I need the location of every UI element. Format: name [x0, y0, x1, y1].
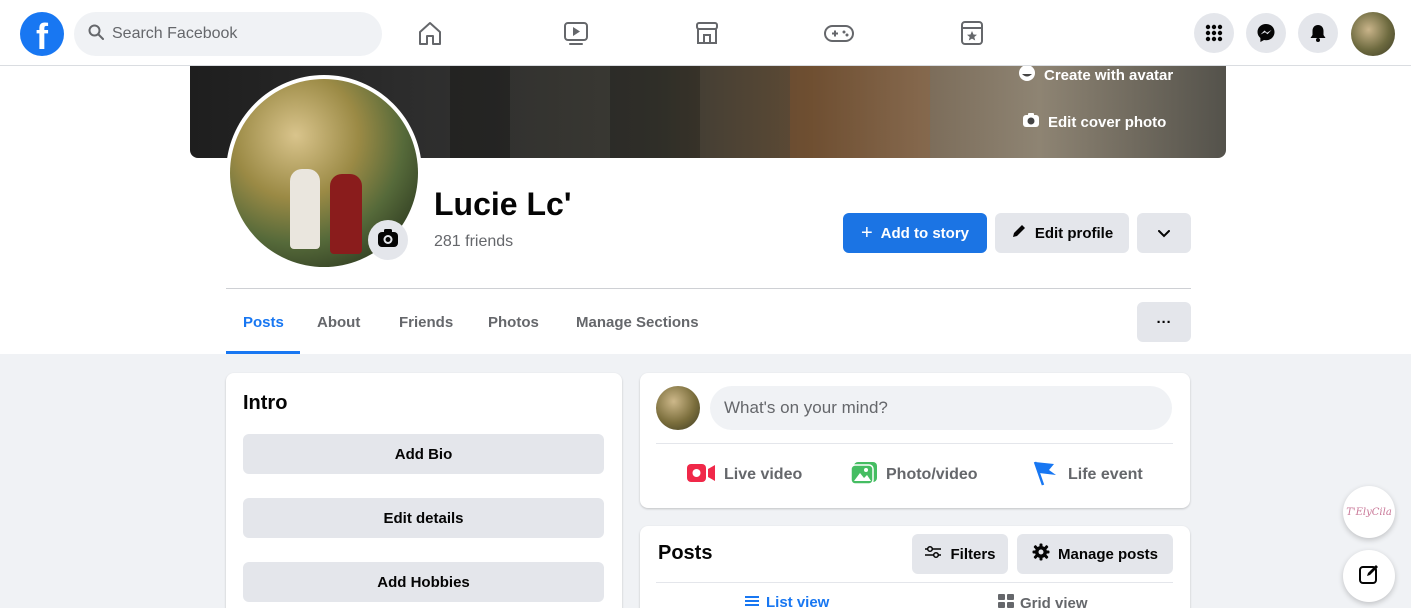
top-navigation-bar: f [0, 0, 1411, 66]
pencil-icon [1011, 223, 1027, 243]
list-view-tab[interactable]: List view [744, 594, 829, 608]
facebook-logo-icon[interactable]: f [20, 12, 64, 56]
notifications-icon[interactable] [1298, 13, 1338, 53]
friends-count[interactable]: 281 friends [434, 233, 513, 251]
tab-manage-sections[interactable]: Manage Sections [576, 314, 699, 331]
add-to-story-button[interactable]: + Add to story [843, 213, 987, 253]
active-tab-indicator [226, 351, 300, 354]
tab-photos[interactable]: Photos [488, 314, 539, 331]
photo-video-label: Photo/video [886, 466, 978, 483]
camera-icon [377, 228, 399, 253]
live-video-icon [686, 462, 716, 489]
composer-avatar[interactable] [656, 386, 700, 430]
manage-posts-label: Manage posts [1057, 545, 1159, 563]
avatar-icon [1018, 66, 1036, 86]
posts-section-title: Posts [658, 542, 713, 564]
search-box[interactable] [74, 12, 382, 56]
list-icon [744, 594, 760, 608]
list-view-label: List view [766, 594, 830, 608]
edit-cover-photo-button[interactable]: Edit cover photo [1022, 112, 1166, 132]
header-divider [226, 288, 1191, 289]
filters-icon [924, 545, 942, 563]
create-avatar-button[interactable]: Create with avatar [1018, 66, 1173, 86]
gaming-icon[interactable] [822, 16, 856, 50]
tab-friends[interactable]: Friends [399, 314, 453, 331]
grid-icon [998, 594, 1014, 608]
home-icon[interactable] [413, 16, 447, 50]
grid-view-label: Grid view [1020, 594, 1088, 608]
photo-video-button[interactable]: Photo/video [850, 458, 978, 492]
gear-icon [1032, 543, 1050, 565]
watermark-text: T'ElyCila [1346, 506, 1392, 518]
update-profile-picture-button[interactable] [368, 220, 408, 260]
tab-posts[interactable]: Posts [243, 314, 284, 331]
tab-about[interactable]: About [317, 314, 360, 331]
messenger-icon[interactable] [1246, 13, 1286, 53]
filters-button[interactable]: Filters [912, 534, 1008, 574]
watch-icon[interactable] [559, 16, 593, 50]
account-avatar[interactable] [1351, 12, 1395, 56]
pages-icon[interactable] [955, 16, 989, 50]
chevron-down-icon [1158, 225, 1170, 242]
camera-icon [1022, 112, 1040, 132]
flag-icon [1032, 460, 1060, 491]
more-options-icon: ··· [1156, 313, 1172, 331]
new-message-button[interactable] [1343, 550, 1395, 602]
life-event-button[interactable]: Life event [1032, 458, 1143, 492]
add-to-story-label: Add to story [880, 224, 970, 242]
add-hobbies-button[interactable]: Add Hobbies [243, 562, 604, 602]
photo-video-icon [850, 461, 878, 490]
live-video-label: Live video [724, 466, 803, 483]
profile-name: Lucie Lc' [434, 186, 572, 222]
live-video-button[interactable]: Live video [686, 458, 802, 492]
edit-details-button[interactable]: Edit details [243, 498, 604, 538]
status-input[interactable] [710, 386, 1172, 430]
filters-label: Filters [950, 545, 996, 563]
edit-cover-photo-label: Edit cover photo [1048, 113, 1167, 131]
more-options-button[interactable]: ··· [1137, 302, 1191, 342]
posts-divider [656, 582, 1173, 583]
search-input[interactable] [112, 25, 352, 43]
edit-profile-label: Edit profile [1034, 224, 1114, 242]
create-avatar-label: Create with avatar [1044, 66, 1174, 84]
life-event-label: Life event [1068, 466, 1143, 483]
intro-title: Intro [243, 392, 288, 414]
watermark-badge: T'ElyCila [1343, 486, 1395, 538]
profile-options-dropdown[interactable] [1137, 213, 1191, 253]
composer-divider [656, 443, 1173, 444]
compose-icon [1358, 563, 1380, 590]
add-bio-button[interactable]: Add Bio [243, 434, 604, 474]
grid-view-tab[interactable]: Grid view [998, 594, 1088, 608]
edit-profile-button[interactable]: Edit profile [995, 213, 1129, 253]
search-icon [88, 24, 104, 45]
menu-grid-icon[interactable] [1194, 13, 1234, 53]
marketplace-icon[interactable] [690, 16, 724, 50]
manage-posts-button[interactable]: Manage posts [1017, 534, 1173, 574]
plus-icon: + [860, 222, 873, 244]
